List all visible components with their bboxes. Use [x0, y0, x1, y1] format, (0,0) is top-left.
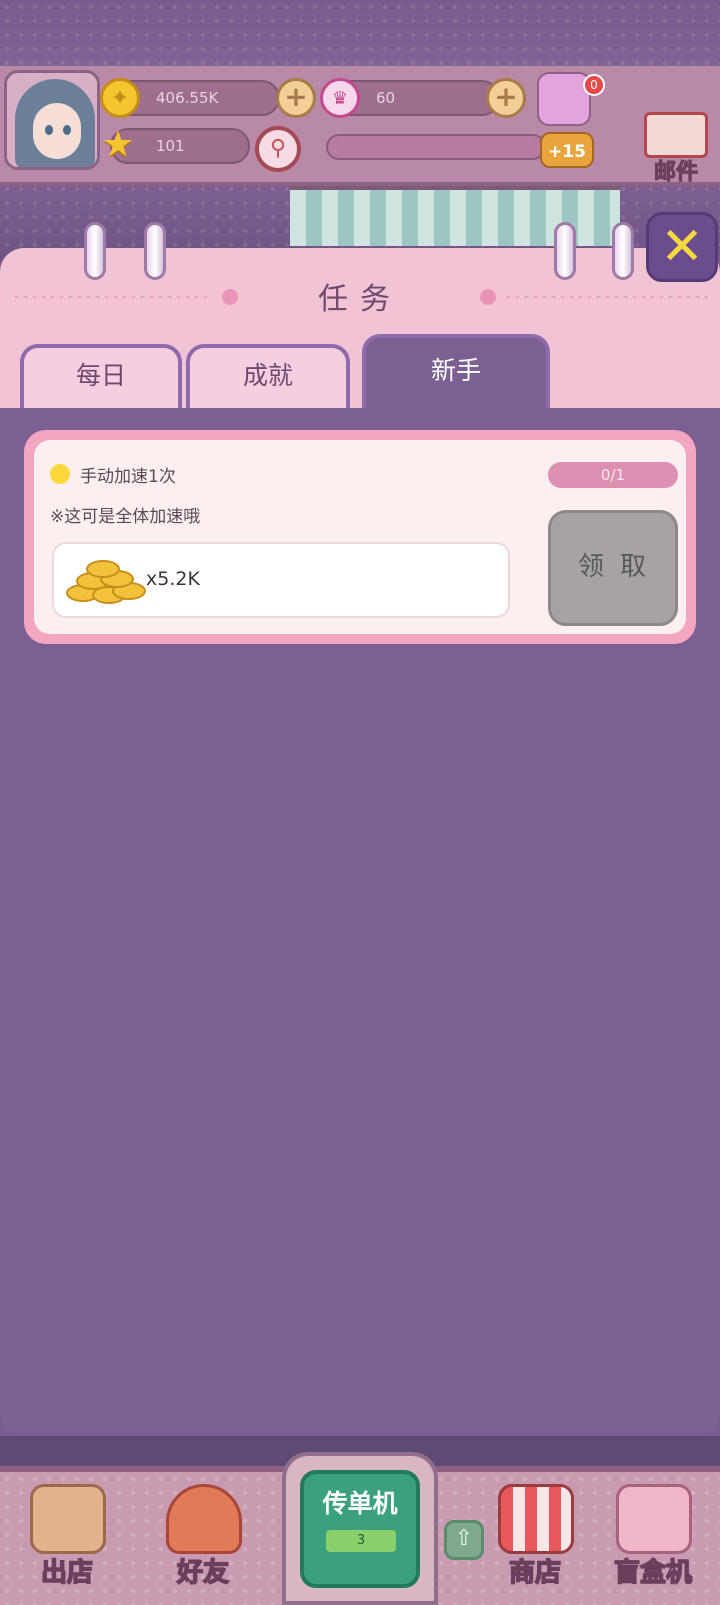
notification-badge: 0 [583, 74, 605, 96]
task-card: 手动加速1次 ※这可是全体加速哦 0/1 x5.2K 领取 [24, 430, 696, 644]
panel-header: 任务 每日 成就 新手 [0, 222, 720, 408]
top-hud: 406.55K ✦ + 101 ★ ⚲ +15 60 ♛ + 0 邮件 [0, 0, 720, 260]
binder-ring [144, 222, 166, 280]
task-note: ※这可是全体加速哦 [50, 507, 201, 527]
tab-beginner[interactable]: 新手 [362, 334, 550, 408]
avatar-eye [63, 125, 71, 135]
shop-label: 商店 [508, 1557, 562, 1589]
header-decoration-dot [480, 289, 496, 305]
binder-ring [84, 222, 106, 280]
mail-icon [644, 112, 708, 158]
flyer-machine-label: 传单机 [322, 1489, 398, 1518]
coin-icon: ✦ [100, 78, 140, 118]
add-crowns-button[interactable]: + [486, 78, 526, 118]
player-avatar[interactable] [4, 70, 100, 170]
leave-shop-label: 出店 [40, 1557, 94, 1589]
avatar-eye [45, 125, 53, 135]
coin-value: 406.55K [156, 89, 219, 107]
blind-box-machine-icon [616, 1484, 692, 1554]
star-value: 101 [156, 137, 185, 155]
task-bullet-icon [50, 464, 70, 484]
crown-value: 60 [376, 89, 396, 107]
flyer-count: 3 [326, 1530, 396, 1552]
close-button[interactable]: ✕ [646, 212, 718, 282]
star-icon: ★ [101, 123, 135, 165]
header-decoration-dot [222, 289, 238, 305]
level-bonus-badge[interactable]: +15 [540, 132, 594, 168]
shop-button[interactable]: 商店 [480, 1474, 590, 1594]
task-name: 手动加速1次 [80, 467, 176, 487]
tab-daily[interactable]: 每日 [20, 344, 182, 408]
binder-ring [612, 222, 634, 280]
upgrade-arrow-icon[interactable]: ⇧ [444, 1520, 484, 1560]
close-icon: ✕ [660, 217, 704, 277]
map-exit-icon [30, 1484, 106, 1554]
tab-achievements[interactable]: 成就 [186, 344, 350, 408]
flyer-machine-button[interactable]: 传单机 3 [282, 1452, 438, 1605]
panel-title: 任务 [318, 282, 402, 317]
leave-shop-button[interactable]: 出店 [12, 1474, 122, 1594]
broom-icon[interactable]: ⚲ [255, 126, 301, 172]
task-card-body: 手动加速1次 ※这可是全体加速哦 0/1 x5.2K 领取 [34, 440, 686, 634]
friends-button[interactable]: 好友 [148, 1474, 258, 1594]
level-progress-bar [326, 134, 546, 160]
reward-box: x5.2K [52, 542, 510, 618]
avatar-face [33, 103, 81, 159]
header-decoration [12, 295, 212, 299]
coin-stack-icon [66, 558, 146, 606]
crown-icon: ♛ [320, 78, 360, 118]
reward-amount: x5.2K [146, 568, 200, 590]
task-progress: 0/1 [548, 462, 678, 488]
add-coins-button[interactable]: + [276, 78, 316, 118]
mail-label: 邮件 [653, 160, 698, 186]
storefront-icon [498, 1484, 574, 1554]
mail-button[interactable]: 邮件 [636, 112, 716, 188]
claim-button[interactable]: 领取 [548, 510, 678, 626]
heart-arrow-icon [166, 1484, 242, 1554]
task-panel: 任务 每日 成就 新手 [0, 222, 720, 1436]
binder-ring [554, 222, 576, 280]
blind-box-label: 盲盒机 [613, 1557, 693, 1589]
blind-box-button[interactable]: 盲盒机 [598, 1474, 708, 1594]
flyer-machine-icon: 传单机 3 [300, 1470, 420, 1588]
friends-label: 好友 [176, 1557, 230, 1589]
header-decoration [504, 295, 708, 299]
